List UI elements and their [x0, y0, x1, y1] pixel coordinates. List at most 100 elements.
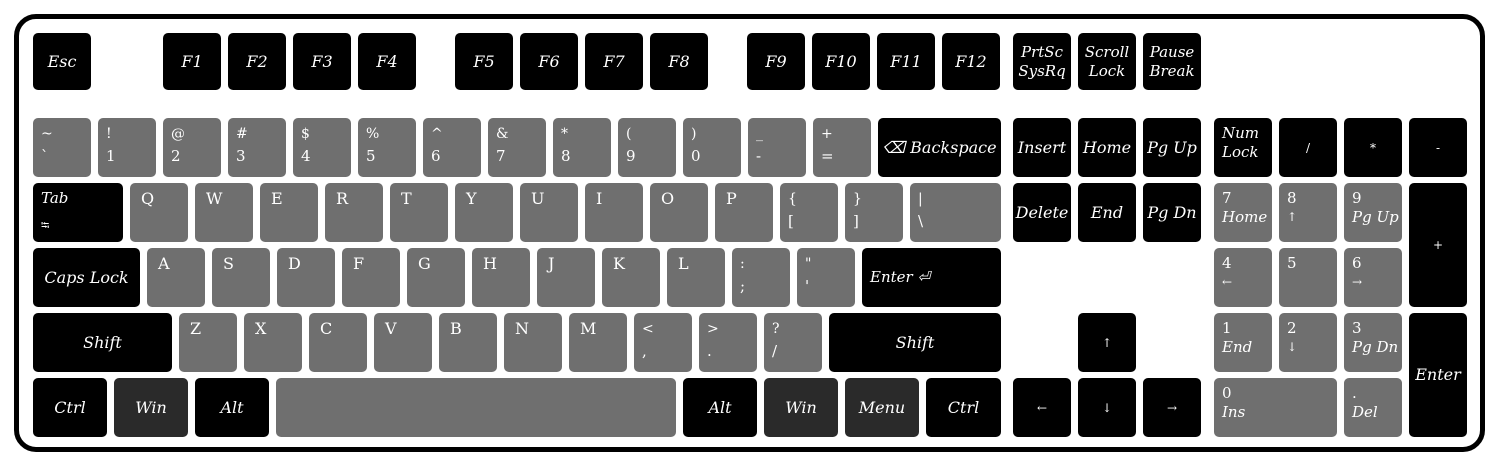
key-np5[interactable]: 5 [1279, 248, 1337, 307]
key-o[interactable]: O [650, 183, 708, 242]
key-prtsc[interactable]: PrtSc SysRq [1013, 33, 1071, 90]
key-np-enter[interactable]: Enter [1409, 313, 1467, 437]
key-tilde[interactable]: ~ ` [33, 118, 91, 177]
key-w[interactable]: W [195, 183, 253, 242]
key-semicolon[interactable]: :; [732, 248, 790, 307]
key-np-subtract[interactable]: - [1409, 118, 1467, 177]
key-menu[interactable]: Menu [845, 378, 919, 437]
key-arrow-right[interactable]: → [1143, 378, 1201, 437]
key-delete[interactable]: Delete [1013, 183, 1071, 242]
key-np3[interactable]: 3 Pg Dn [1344, 313, 1402, 372]
key-u[interactable]: U [520, 183, 578, 242]
key-tab[interactable]: Tab ⭾ [33, 183, 123, 242]
key-c[interactable]: C [309, 313, 367, 372]
key-right-shift[interactable]: Shift [829, 313, 1001, 372]
key-a[interactable]: A [147, 248, 205, 307]
key-home[interactable]: Home [1078, 118, 1136, 177]
key-np9[interactable]: 9 Pg Up [1344, 183, 1402, 242]
key-5[interactable]: % 5 [358, 118, 416, 177]
key-d[interactable]: D [277, 248, 335, 307]
key-left-ctrl[interactable]: Ctrl [33, 378, 107, 437]
key-n[interactable]: N [504, 313, 562, 372]
key-scroll-lock[interactable]: Scroll Lock [1078, 33, 1136, 90]
key-7[interactable]: & 7 [488, 118, 546, 177]
key-np-decimal[interactable]: . Del [1344, 378, 1402, 437]
key-3[interactable]: #3 [228, 118, 286, 177]
key-backslash[interactable]: | \ [910, 183, 1001, 242]
key-f9[interactable]: F9 [747, 33, 805, 90]
key-f1[interactable]: F1 [163, 33, 221, 90]
key-4[interactable]: $4 [293, 118, 351, 177]
key-0[interactable]: ) 0 [683, 118, 741, 177]
key-2[interactable]: @2 [163, 118, 221, 177]
key-k[interactable]: K [602, 248, 660, 307]
key-m[interactable]: M [569, 313, 627, 372]
key-y[interactable]: Y [455, 183, 513, 242]
key-f7[interactable]: F7 [585, 33, 643, 90]
key-right-ctrl[interactable]: Ctrl [926, 378, 1001, 437]
key-esc[interactable]: Esc [33, 33, 91, 90]
key-np-divide[interactable]: / [1279, 118, 1337, 177]
key-l[interactable]: L [667, 248, 725, 307]
key-j[interactable]: J [537, 248, 595, 307]
key-left-win[interactable]: Win [114, 378, 188, 437]
key-lbracket[interactable]: {[ [780, 183, 838, 242]
key-f4[interactable]: F4 [358, 33, 416, 90]
key-backspace[interactable]: ⌫ Backspace [878, 118, 1001, 177]
key-arrow-up[interactable]: ↑ [1078, 313, 1136, 372]
key-arrow-down[interactable]: ↓ [1078, 378, 1136, 437]
key-caps-lock[interactable]: Caps Lock [33, 248, 140, 307]
key-p[interactable]: P [715, 183, 773, 242]
key-x[interactable]: X [244, 313, 302, 372]
key-space[interactable] [276, 378, 676, 437]
key-numlock[interactable]: Num Lock [1214, 118, 1272, 177]
key-t[interactable]: T [390, 183, 448, 242]
key-np0[interactable]: 0 Ins [1214, 378, 1337, 437]
key-f[interactable]: F [342, 248, 400, 307]
key-f2[interactable]: F2 [228, 33, 286, 90]
key-f6[interactable]: F6 [520, 33, 578, 90]
key-slash[interactable]: ? / [764, 313, 822, 372]
key-left-shift[interactable]: Shift [33, 313, 172, 372]
key-np8[interactable]: 8 ↑ [1279, 183, 1337, 242]
key-h[interactable]: H [472, 248, 530, 307]
key-minus[interactable]: _ - [748, 118, 806, 177]
key-right-win[interactable]: Win [764, 378, 838, 437]
key-r[interactable]: R [325, 183, 383, 242]
key-f10[interactable]: F10 [812, 33, 870, 90]
key-pgdn[interactable]: Pg Dn [1143, 183, 1201, 242]
key-period[interactable]: >. [699, 313, 757, 372]
key-v[interactable]: V [374, 313, 432, 372]
key-quote[interactable]: " ' [797, 248, 855, 307]
key-np6[interactable]: 6 → [1344, 248, 1402, 307]
key-end[interactable]: End [1078, 183, 1136, 242]
key-pause[interactable]: Pause Break [1143, 33, 1201, 90]
key-f3[interactable]: F3 [293, 33, 351, 90]
key-rbracket[interactable]: }] [845, 183, 903, 242]
key-b[interactable]: B [439, 313, 497, 372]
key-arrow-left[interactable]: ← [1013, 378, 1071, 437]
key-np7[interactable]: 7 Home [1214, 183, 1272, 242]
key-equal[interactable]: + = [813, 118, 871, 177]
key-i[interactable]: I [585, 183, 643, 242]
key-e[interactable]: E [260, 183, 318, 242]
key-comma[interactable]: <, [634, 313, 692, 372]
key-f12[interactable]: F12 [942, 33, 1000, 90]
key-np1[interactable]: 1 End [1214, 313, 1272, 372]
key-s[interactable]: S [212, 248, 270, 307]
key-f8[interactable]: F8 [650, 33, 708, 90]
key-right-alt[interactable]: Alt [683, 378, 757, 437]
key-g[interactable]: G [407, 248, 465, 307]
key-left-alt[interactable]: Alt [195, 378, 269, 437]
key-pgup[interactable]: Pg Up [1143, 118, 1201, 177]
key-np-add[interactable]: + [1409, 183, 1467, 307]
key-np4[interactable]: 4 ← [1214, 248, 1272, 307]
key-np2[interactable]: 2 ↓ [1279, 313, 1337, 372]
key-f5[interactable]: F5 [455, 33, 513, 90]
key-z[interactable]: Z [179, 313, 237, 372]
key-9[interactable]: (9 [618, 118, 676, 177]
key-q[interactable]: Q [130, 183, 188, 242]
key-1[interactable]: ! 1 [98, 118, 156, 177]
key-enter[interactable]: Enter ⏎ [862, 248, 1001, 307]
key-np-multiply[interactable]: * [1344, 118, 1402, 177]
